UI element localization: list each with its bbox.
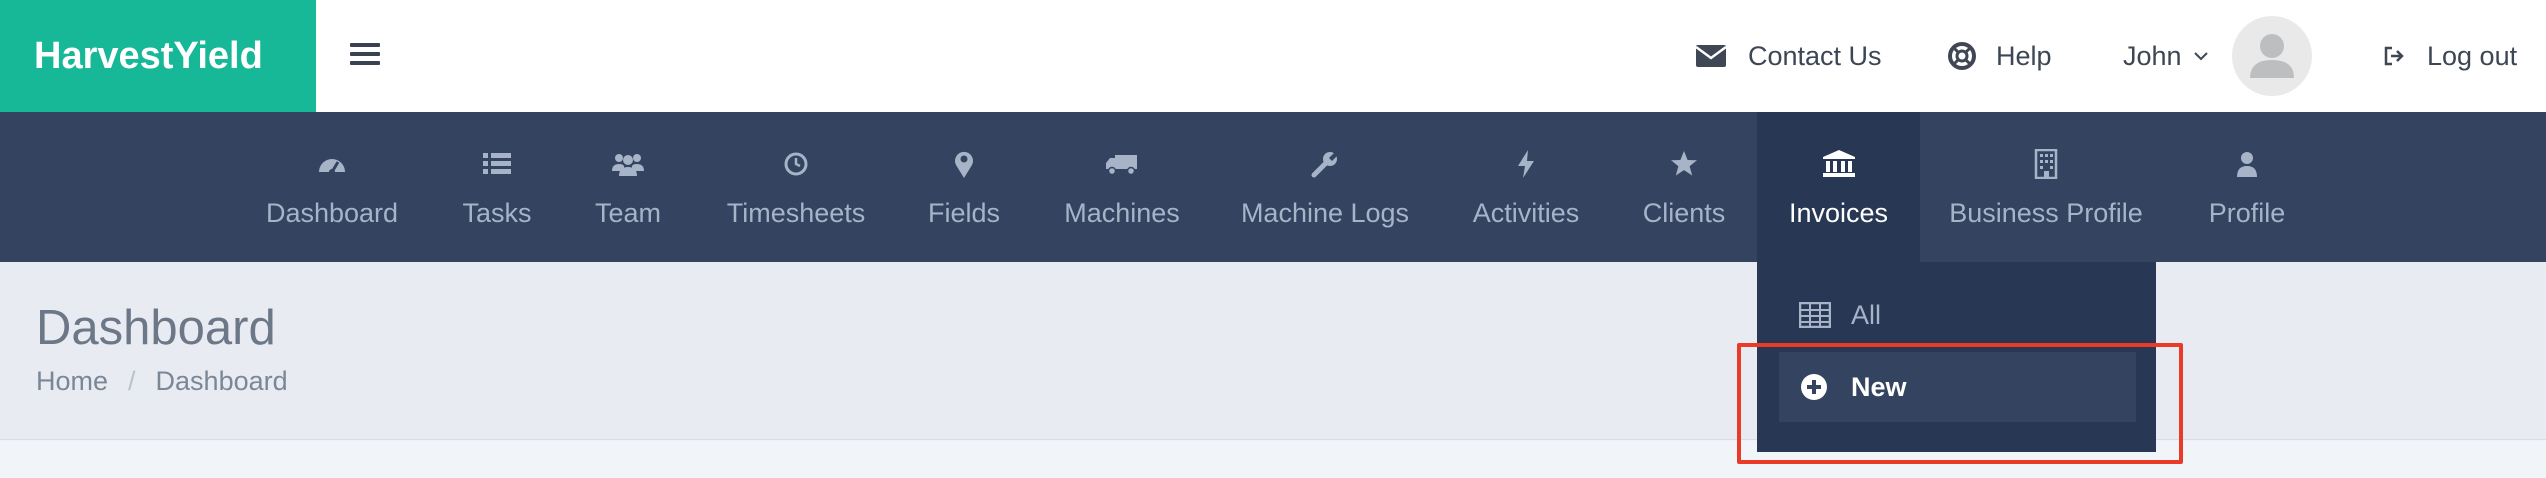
- user-icon: [2235, 146, 2259, 182]
- dropdown-item-all[interactable]: All: [1779, 280, 2136, 350]
- help-label: Help: [1996, 40, 2052, 71]
- clock-icon: [783, 146, 809, 182]
- nav-item-dashboard[interactable]: Dashboard: [250, 112, 414, 262]
- main-nav: Dashboard Tasks Team Timesheets Fields M…: [0, 112, 2546, 262]
- dropdown-label-all: All: [1851, 299, 1882, 330]
- breadcrumb-home[interactable]: Home: [36, 366, 108, 397]
- nav-label-team: Team: [594, 198, 662, 228]
- nav-item-team[interactable]: Team: [580, 112, 676, 262]
- nav-item-clients[interactable]: Clients: [1634, 112, 1734, 262]
- building-icon: [2034, 146, 2058, 182]
- nav-item-activities[interactable]: Activities: [1450, 112, 1602, 262]
- nav-item-machines[interactable]: Machines: [1044, 112, 1200, 262]
- nav-item-business-profile[interactable]: Business Profile: [1920, 112, 2172, 262]
- nav-item-tasks[interactable]: Tasks: [446, 112, 548, 262]
- nav-item-fields[interactable]: Fields: [916, 112, 1012, 262]
- help-link[interactable]: Help: [1948, 0, 2052, 112]
- page-header: [0, 262, 2546, 440]
- nav-label-dashboard: Dashboard: [265, 198, 399, 228]
- page-title: Dashboard: [36, 301, 276, 355]
- contact-us-link[interactable]: Contact Us: [1696, 0, 1882, 112]
- users-icon: [611, 146, 645, 182]
- nav-label-tasks: Tasks: [462, 198, 532, 228]
- user-menu[interactable]: John: [2123, 0, 2208, 112]
- wrench-icon: [1311, 146, 1339, 182]
- map-marker-icon: [953, 146, 975, 182]
- nav-item-profile[interactable]: Profile: [2172, 112, 2322, 262]
- breadcrumb: Home / Dashboard: [36, 366, 288, 397]
- envelope-icon: [1696, 45, 1726, 67]
- dashboard-gauge-icon: [317, 146, 347, 182]
- breadcrumb-current: Dashboard: [155, 366, 288, 396]
- user-name: John: [2123, 40, 2182, 71]
- plus-circle-icon: [1799, 372, 1835, 402]
- nav-item-invoices[interactable]: Invoices: [1757, 112, 1920, 262]
- brand-name: HarvestYield: [34, 34, 263, 77]
- nav-label-clients: Clients: [1642, 198, 1726, 228]
- star-icon: [1670, 146, 1698, 182]
- bolt-icon: [1516, 146, 1536, 182]
- sign-out-icon: [2383, 45, 2405, 67]
- nav-label-invoices: Invoices: [1788, 198, 1889, 228]
- dropdown-label-new: New: [1851, 371, 1907, 402]
- logout-link[interactable]: Log out: [2383, 0, 2517, 112]
- nav-label-machines: Machines: [1064, 198, 1180, 228]
- table-icon: [1799, 302, 1835, 328]
- nav-label-business-profile: Business Profile: [1949, 198, 2143, 228]
- hamburger-icon[interactable]: [350, 39, 380, 73]
- breadcrumb-separator: /: [128, 366, 136, 396]
- contact-us-label: Contact Us: [1748, 40, 1882, 71]
- nav-label-fields: Fields: [927, 198, 1001, 228]
- list-icon: [483, 146, 511, 182]
- bank-icon: [1822, 146, 1856, 182]
- life-ring-icon: [1948, 42, 1976, 70]
- content-area: [0, 441, 2546, 478]
- top-bar: HarvestYield Contact Us Help John Log ou…: [0, 0, 2546, 112]
- nav-item-machine-logs[interactable]: Machine Logs: [1232, 112, 1418, 262]
- nav-label-profile: Profile: [2208, 198, 2286, 228]
- brand-logo[interactable]: HarvestYield: [0, 0, 316, 112]
- logout-label: Log out: [2427, 40, 2518, 71]
- truck-icon: [1105, 146, 1139, 182]
- nav-item-timesheets[interactable]: Timesheets: [708, 112, 884, 262]
- dropdown-item-new[interactable]: New: [1779, 352, 2136, 422]
- user-avatar-icon[interactable]: [2232, 16, 2312, 96]
- nav-label-activities: Activities: [1472, 198, 1580, 228]
- nav-label-timesheets: Timesheets: [726, 198, 866, 228]
- chevron-down-icon: [2193, 51, 2208, 61]
- invoices-dropdown-menu: All New: [1757, 262, 2156, 452]
- nav-label-machine-logs: Machine Logs: [1240, 198, 1410, 228]
